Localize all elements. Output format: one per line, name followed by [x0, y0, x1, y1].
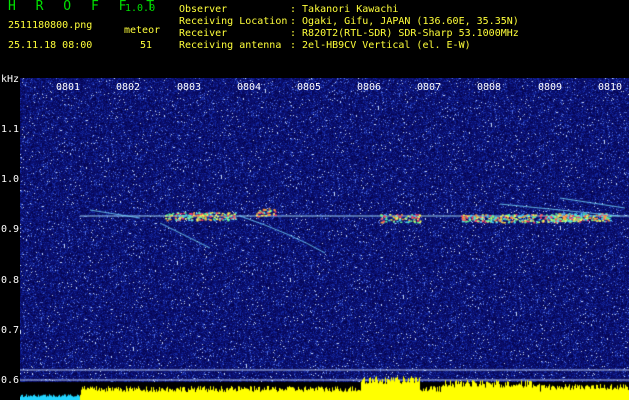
app-version: 1.0.0 [125, 3, 156, 14]
y-axis-unit: kHz [1, 74, 20, 85]
x-tick-label: 0801 [56, 82, 81, 93]
x-tick-label: 0805 [297, 82, 322, 93]
timestamp: 25.11.18 08:00 [8, 40, 93, 51]
y-tick-label: 0.8 [1, 275, 20, 286]
observer-value: : Takanori Kawachi [290, 4, 399, 15]
x-tick-label: 0810 [598, 82, 623, 93]
x-tick-label: 0809 [538, 82, 563, 93]
location-label: Receiving Location [179, 16, 288, 27]
header-panel: H R O F F T 1.0.0 2511180800.png 25.11.1… [0, 0, 629, 76]
receiver-label: Receiver [179, 28, 228, 39]
x-tick-label: 0807 [417, 82, 442, 93]
antenna-label: Receiving antenna [179, 40, 282, 51]
spectrogram [20, 78, 629, 400]
y-tick-label: 0.7 [1, 325, 20, 336]
meteor-label: meteor [124, 25, 161, 36]
receiver-value: : R820T2(RTL-SDR) SDR-Sharp 53.1000MHz [290, 28, 519, 39]
x-tick-label: 0803 [177, 82, 202, 93]
file-name: 2511180800.png [8, 20, 93, 31]
location-value: : Ogaki, Gifu, JAPAN (136.60E, 35.35N) [290, 16, 519, 27]
observer-label: Observer [179, 4, 228, 15]
x-tick-label: 0804 [237, 82, 262, 93]
antenna-value: : 2el-HB9CV Vertical (el. E-W) [290, 40, 471, 51]
x-tick-label: 0808 [477, 82, 502, 93]
x-tick-label: 0806 [357, 82, 382, 93]
y-tick-label: 1.0 [1, 174, 20, 185]
y-tick-label: 0.9 [1, 224, 20, 235]
y-tick-label: 0.6 [1, 375, 20, 386]
x-tick-label: 0802 [116, 82, 141, 93]
meteor-count: 51 [140, 40, 153, 51]
y-tick-label: 1.1 [1, 124, 20, 135]
